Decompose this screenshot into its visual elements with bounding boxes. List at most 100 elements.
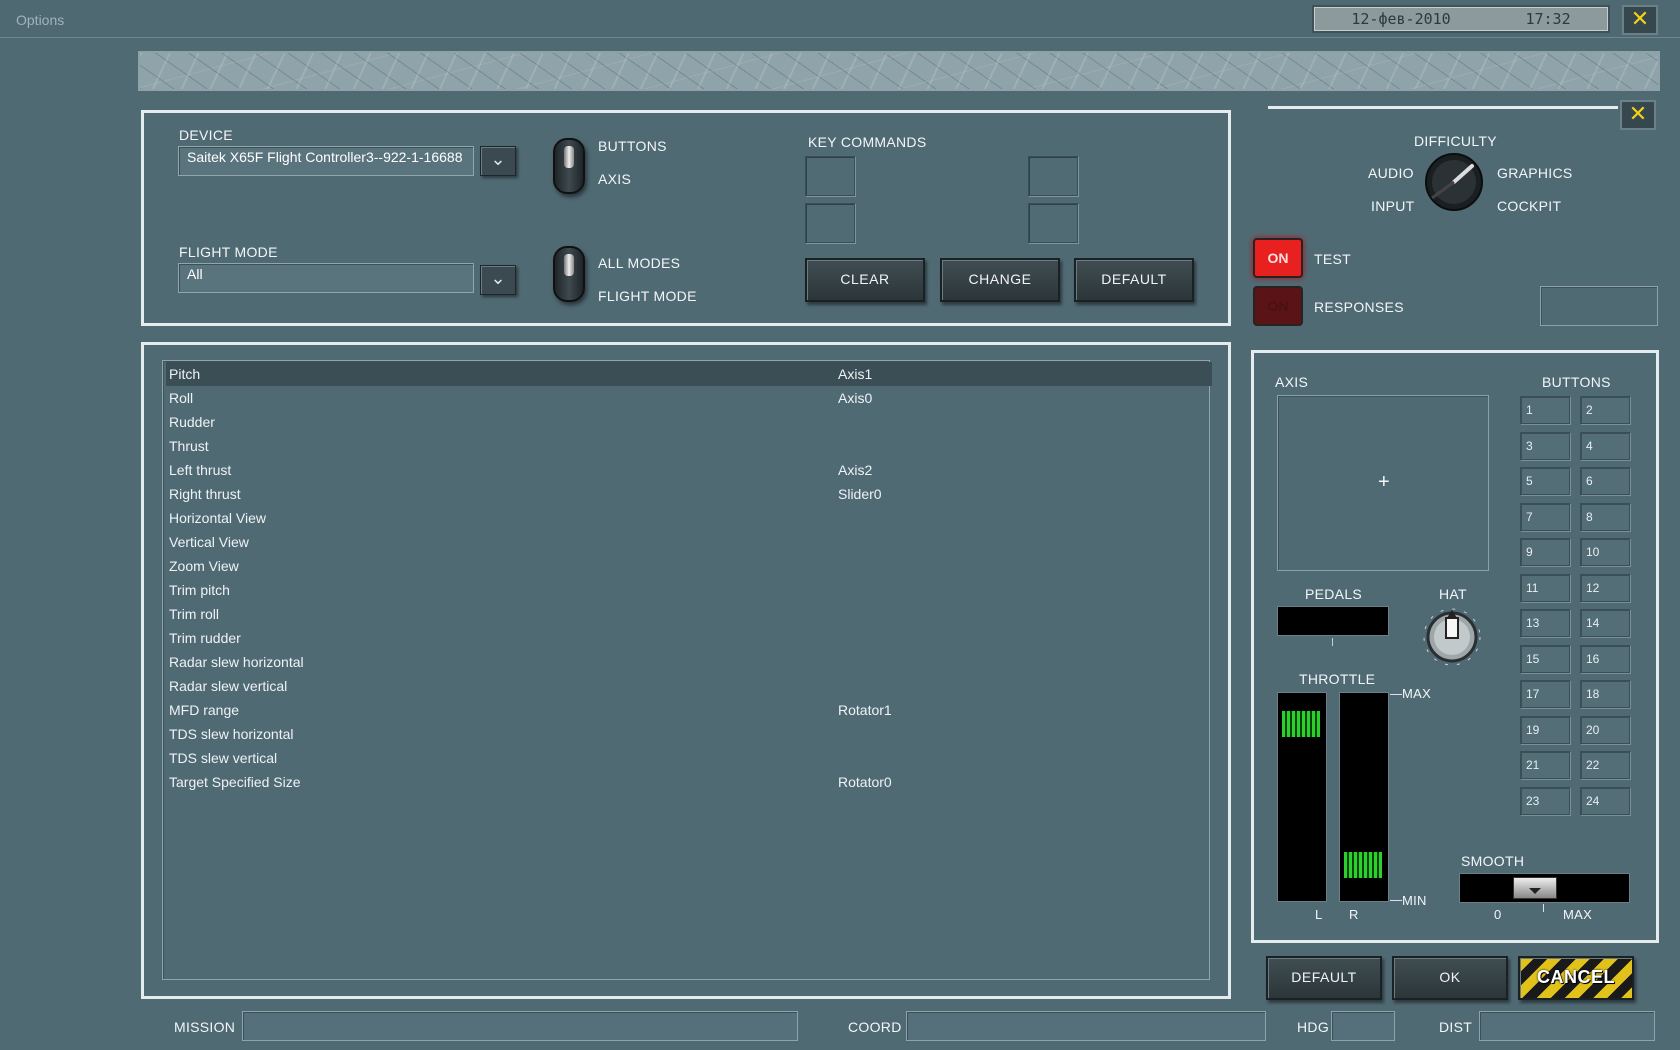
binding-row[interactable]: TDS slew horizontal xyxy=(166,722,1212,746)
binding-row[interactable]: MFD range Rotator1 xyxy=(166,698,1212,722)
clear-button[interactable]: CLEAR xyxy=(805,258,925,302)
toggle-all-modes-label: ALL MODES xyxy=(598,255,681,271)
hdg-label: HDG xyxy=(1297,1019,1330,1035)
axis-label: AXIS xyxy=(1275,374,1309,390)
hdg-field xyxy=(1331,1011,1395,1041)
button-indicator: 9 xyxy=(1520,538,1570,566)
binding-row[interactable]: Vertical View xyxy=(166,530,1212,554)
binding-action: Trim rudder xyxy=(169,630,241,646)
button-indicator: 3 xyxy=(1520,431,1570,460)
binding-axis: Rotator1 xyxy=(838,702,892,718)
responses-field[interactable] xyxy=(1540,286,1658,326)
binding-action: Right thrust xyxy=(169,486,241,502)
knob-input-label[interactable]: INPUT xyxy=(1371,198,1415,214)
buttons-axis-toggle[interactable] xyxy=(553,138,585,194)
binding-action: Radar slew horizontal xyxy=(169,654,304,670)
device-dropdown-button[interactable]: ⌄ xyxy=(480,146,516,176)
max-tick xyxy=(1390,694,1402,695)
default-button[interactable]: DEFAULT xyxy=(1266,956,1382,1000)
knob-cockpit-label[interactable]: COCKPIT xyxy=(1497,198,1561,214)
button-indicator: 18 xyxy=(1580,680,1630,708)
button-indicator: 20 xyxy=(1580,715,1630,744)
throttle-min-label: MIN xyxy=(1402,893,1427,908)
button-indicator: 16 xyxy=(1580,644,1630,673)
bindings-list: Pitch Axis1 Roll Axis0 Rudder Thrust Left thru… xyxy=(162,360,1212,980)
key-command-slot[interactable] xyxy=(805,203,855,243)
binding-action: Radar slew vertical xyxy=(169,678,288,694)
button-indicator: 8 xyxy=(1580,502,1630,531)
binding-row[interactable]: Target Specified Size Rotator0 xyxy=(166,770,1212,794)
test-label: TEST xyxy=(1314,251,1351,267)
binding-row[interactable]: Trim rudder xyxy=(166,626,1212,650)
change-button[interactable]: CHANGE xyxy=(940,258,1060,302)
mission-label: MISSION xyxy=(174,1019,236,1035)
smooth-center-tick xyxy=(1543,904,1544,912)
smooth-max-label: MAX xyxy=(1563,907,1593,922)
responses-on-button[interactable]: ON xyxy=(1253,286,1303,326)
knob-graphics-label[interactable]: GRAPHICS xyxy=(1497,165,1573,181)
smooth-label: SMOOTH xyxy=(1461,853,1525,869)
close-icon: ✕ xyxy=(1630,6,1650,31)
binding-row[interactable]: Left thrust Axis2 xyxy=(166,458,1212,482)
binding-action: Horizontal View xyxy=(169,510,267,526)
button-indicator: 2 xyxy=(1580,396,1630,424)
binding-row[interactable]: Zoom View xyxy=(166,554,1212,578)
throttle-left-meter xyxy=(1277,692,1327,902)
throttle-right-meter xyxy=(1339,692,1389,902)
binding-row[interactable]: Radar slew vertical xyxy=(166,674,1212,698)
device-label: DEVICE xyxy=(179,127,233,143)
binding-row[interactable]: Trim roll xyxy=(166,602,1212,626)
close-icon: ✕ xyxy=(1628,101,1648,126)
smooth-slider-handle[interactable] xyxy=(1513,877,1557,899)
smooth-slider[interactable] xyxy=(1459,873,1630,903)
button-indicator: 5 xyxy=(1520,467,1570,495)
binding-action: Trim roll xyxy=(169,606,220,622)
binding-row[interactable]: Pitch Axis1 xyxy=(166,362,1212,386)
min-tick xyxy=(1390,900,1402,901)
key-command-slot[interactable] xyxy=(1028,156,1078,196)
key-command-slot[interactable] xyxy=(1028,203,1078,243)
binding-row[interactable]: Horizontal View xyxy=(166,506,1212,530)
binding-row[interactable]: Rudder xyxy=(166,410,1212,434)
binding-row[interactable]: Right thrust Slider0 xyxy=(166,482,1212,506)
binding-row[interactable]: Thrust xyxy=(166,434,1212,458)
button-indicator: 15 xyxy=(1520,644,1570,673)
default-binding-button[interactable]: DEFAULT xyxy=(1074,258,1194,302)
close-window-button[interactable]: ✕ xyxy=(1622,5,1658,35)
throttle-label: THROTTLE xyxy=(1299,671,1376,687)
crosshair-icon: + xyxy=(1378,471,1390,493)
binding-action: Zoom View xyxy=(169,558,239,574)
binding-row[interactable]: TDS slew vertical xyxy=(166,746,1212,770)
knob-difficulty-label[interactable]: DIFFICULTY xyxy=(1414,133,1497,149)
binding-row[interactable]: Roll Axis0 xyxy=(166,386,1212,410)
cancel-button[interactable]: CANCEL xyxy=(1518,956,1634,1000)
binding-action: TDS slew vertical xyxy=(169,750,278,766)
toggle-flight-mode-label: FLIGHT MODE xyxy=(598,288,697,304)
binding-action: MFD range xyxy=(169,702,240,718)
close-options-button[interactable]: ✕ xyxy=(1620,100,1656,130)
binding-action: Thrust xyxy=(169,438,209,454)
pedals-center-tick xyxy=(1332,638,1333,646)
window-title: Options xyxy=(16,12,65,28)
knob-audio-label[interactable]: AUDIO xyxy=(1368,165,1414,181)
binding-action: Trim pitch xyxy=(169,582,230,598)
binding-axis: Axis2 xyxy=(838,462,873,478)
flight-mode-select[interactable]: All xyxy=(178,263,474,293)
button-indicator: 19 xyxy=(1520,715,1570,744)
button-indicator: 21 xyxy=(1520,751,1570,779)
test-on-button[interactable]: ON xyxy=(1253,238,1303,278)
key-command-slot[interactable] xyxy=(805,156,855,196)
dist-label: DIST xyxy=(1439,1019,1473,1035)
throttle-l-label: L xyxy=(1315,907,1323,922)
button-indicator: 10 xyxy=(1580,538,1630,566)
device-select[interactable]: Saitek X65F Flight Controller3--922-1-16… xyxy=(178,146,474,176)
button-indicator: 11 xyxy=(1520,573,1570,602)
modes-toggle[interactable] xyxy=(553,246,585,302)
binding-action: Vertical View xyxy=(169,534,249,550)
binding-row[interactable]: Radar slew horizontal xyxy=(166,650,1212,674)
binding-axis: Axis0 xyxy=(838,390,873,406)
category-knob[interactable] xyxy=(1418,150,1490,212)
flight-mode-dropdown-button[interactable]: ⌄ xyxy=(480,265,516,295)
binding-row[interactable]: Trim pitch xyxy=(166,578,1212,602)
ok-button[interactable]: OK xyxy=(1392,956,1508,1000)
